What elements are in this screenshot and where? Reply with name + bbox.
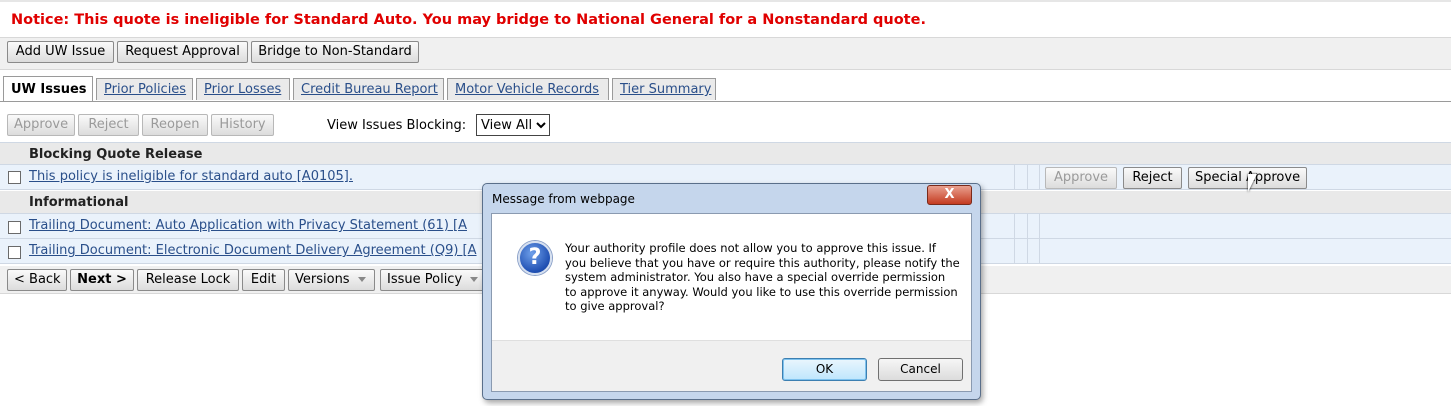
approve-button[interactable]: Approve bbox=[7, 114, 75, 136]
tab-credit-bureau-report[interactable]: Credit Bureau Report bbox=[293, 78, 444, 100]
message-dialog: Message from webpage X ? Your authority … bbox=[482, 183, 981, 400]
cancel-button[interactable]: Cancel bbox=[878, 358, 963, 381]
notice-banner: Notice: This quote is ineligible for Sta… bbox=[11, 12, 926, 28]
blocking-section-header: Blocking Quote Release bbox=[0, 142, 1451, 165]
view-issues-label: View Issues Blocking: bbox=[327, 118, 467, 133]
blocking-section-title: Blocking Quote Release bbox=[29, 147, 203, 162]
reopen-button[interactable]: Reopen bbox=[142, 114, 208, 136]
ok-button[interactable]: OK bbox=[782, 358, 867, 381]
issue-link[interactable]: Trailing Document: Electronic Document D… bbox=[29, 243, 477, 258]
dialog-title: Message from webpage bbox=[492, 192, 635, 206]
issue-link[interactable]: Trailing Document: Auto Application with… bbox=[29, 218, 467, 233]
request-approval-button[interactable]: Request Approval bbox=[117, 41, 248, 63]
chevron-down-icon bbox=[357, 277, 366, 282]
tab-motor-vehicle-records[interactable]: Motor Vehicle Records bbox=[447, 78, 609, 100]
versions-label: Versions bbox=[295, 272, 350, 287]
row-checkbox[interactable] bbox=[8, 171, 21, 184]
tab-tier-summary[interactable]: Tier Summary bbox=[612, 78, 716, 100]
row-reject-button[interactable]: Reject bbox=[1123, 167, 1182, 189]
issue-policy-button[interactable]: Issue Policy bbox=[380, 269, 486, 291]
release-lock-button[interactable]: Release Lock bbox=[137, 269, 239, 291]
issue-link[interactable]: This policy is ineligible for standard a… bbox=[29, 169, 353, 184]
tab-prior-losses[interactable]: Prior Losses bbox=[196, 78, 290, 100]
tab-prior-policies[interactable]: Prior Policies bbox=[96, 78, 193, 100]
bridge-non-standard-button[interactable]: Bridge to Non-Standard bbox=[251, 41, 419, 63]
dialog-footer: OK Cancel bbox=[492, 340, 971, 391]
question-icon: ? bbox=[518, 241, 552, 275]
cell-divider bbox=[1027, 214, 1028, 238]
row-approve-button[interactable]: Approve bbox=[1045, 167, 1117, 189]
top-border bbox=[0, 0, 1451, 2]
cell-divider bbox=[1027, 165, 1028, 189]
history-button[interactable]: History bbox=[211, 114, 274, 136]
dialog-message: Your authority profile does not allow yo… bbox=[565, 241, 960, 313]
cell-divider bbox=[1014, 239, 1015, 263]
tab-uw-issues[interactable]: UW Issues bbox=[3, 76, 93, 101]
informational-section-title: Informational bbox=[29, 195, 129, 210]
view-issues-select[interactable]: View All bbox=[476, 114, 550, 136]
cell-divider bbox=[1039, 165, 1040, 189]
edit-button[interactable]: Edit bbox=[242, 269, 285, 291]
row-checkbox[interactable] bbox=[8, 221, 21, 234]
row-checkbox[interactable] bbox=[8, 246, 21, 259]
dialog-body: ? Your authority profile does not allow … bbox=[491, 213, 972, 392]
cell-divider bbox=[1014, 165, 1015, 189]
reject-button[interactable]: Reject bbox=[78, 114, 139, 136]
add-uw-issue-button[interactable]: Add UW Issue bbox=[7, 41, 114, 63]
mouse-cursor-icon bbox=[1248, 174, 1257, 192]
back-button[interactable]: < Back bbox=[7, 269, 67, 291]
versions-button[interactable]: Versions bbox=[288, 269, 375, 291]
chevron-down-icon bbox=[470, 277, 479, 282]
cell-divider bbox=[1014, 214, 1015, 238]
tab-divider bbox=[0, 101, 1451, 102]
cell-divider bbox=[1027, 239, 1028, 263]
close-button[interactable]: X bbox=[927, 185, 972, 205]
cell-divider bbox=[1039, 239, 1040, 263]
next-button[interactable]: Next > bbox=[70, 269, 134, 291]
cell-divider bbox=[1039, 214, 1040, 238]
issue-policy-label: Issue Policy bbox=[387, 272, 463, 287]
